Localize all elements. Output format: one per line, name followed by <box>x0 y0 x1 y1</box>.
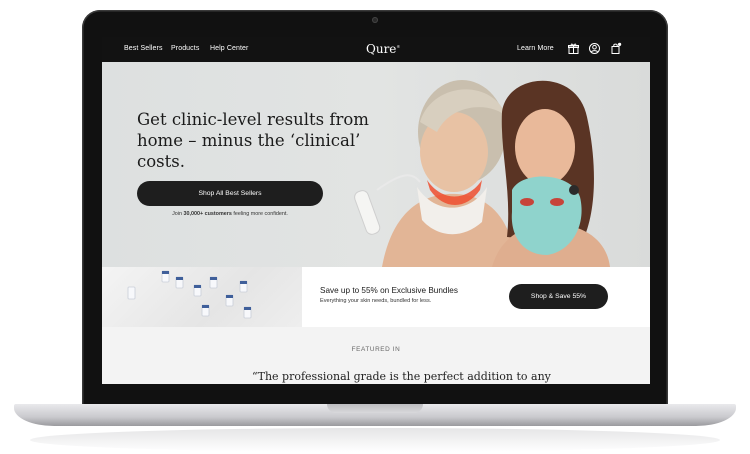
press-quote: “The professional grade is the perfect a… <box>252 370 551 383</box>
bundle-promo: Save up to 55% on Exclusive Bundles Ever… <box>102 267 650 327</box>
browser-screen: Best Sellers Products Help Center Qure® … <box>102 37 650 384</box>
promo-subtitle: Everything your skin needs, bundled for … <box>320 298 432 304</box>
nav-best-sellers[interactable]: Best Sellers <box>124 45 163 52</box>
camera-icon <box>372 17 378 23</box>
featured-label: FEATURED IN <box>351 346 401 353</box>
gift-icon[interactable] <box>567 42 580 55</box>
hero-banner: Get clinic-level results from home – min… <box>102 62 650 267</box>
nav-help-center[interactable]: Help Center <box>210 45 248 52</box>
nav-learn-more[interactable]: Learn More <box>517 45 554 52</box>
social-proof-text: Join 30,000+ customers feeling more conf… <box>172 211 288 217</box>
promo-title: Save up to 55% on Exclusive Bundles <box>320 286 458 295</box>
shop-all-button[interactable]: Shop All Best Sellers <box>137 181 323 206</box>
brand-logo[interactable]: Qure® <box>366 42 400 56</box>
shop-save-button[interactable]: Shop & Save 55% <box>509 284 608 309</box>
laptop-reflection <box>30 428 720 452</box>
laptop-notch <box>327 404 423 413</box>
featured-in-section: FEATURED IN “The professional grade is t… <box>102 327 650 384</box>
hero-headline: Get clinic-level results from home – min… <box>137 110 369 171</box>
laptop-frame: Best Sellers Products Help Center Qure® … <box>0 0 750 454</box>
account-icon[interactable] <box>588 42 601 55</box>
top-nav: Best Sellers Products Help Center Qure® … <box>102 37 650 62</box>
cart-icon[interactable] <box>609 42 622 55</box>
serum-vials-image <box>102 267 302 327</box>
hero-photo <box>354 80 610 267</box>
nav-products[interactable]: Products <box>171 45 199 52</box>
